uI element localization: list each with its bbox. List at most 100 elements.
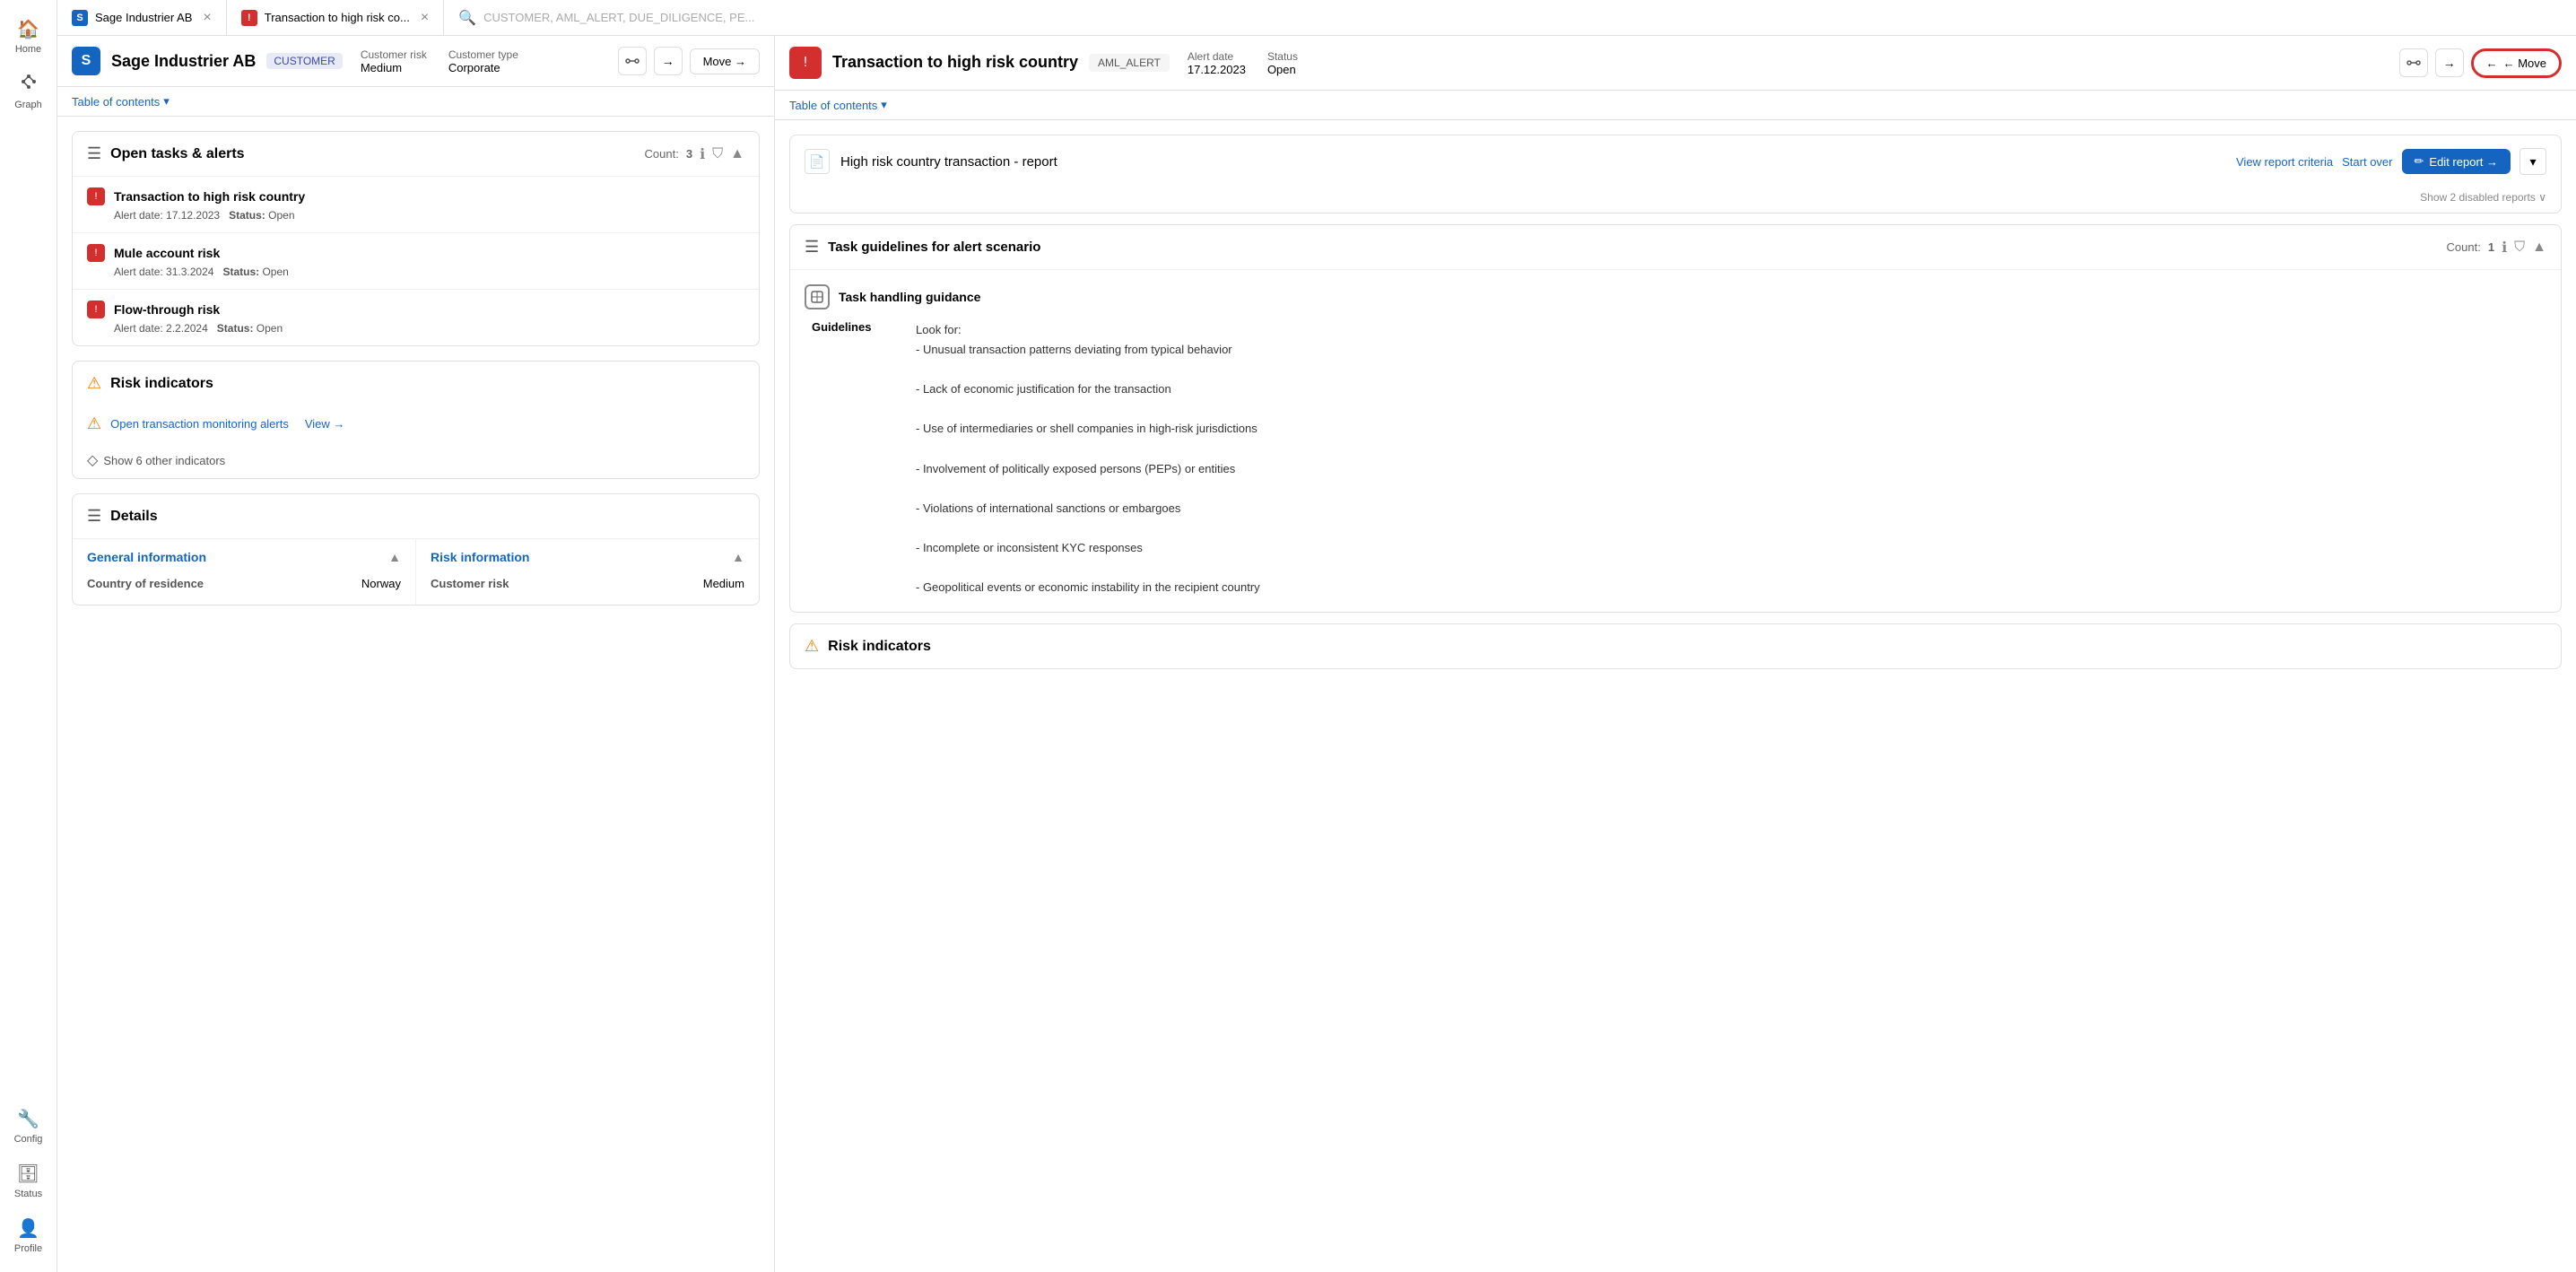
menu-icon-tasks: ☰ bbox=[87, 144, 101, 163]
risk-title-left: Risk indicators bbox=[110, 376, 213, 392]
search-bar: 🔍 CUSTOMER, AML_ALERT, DUE_DILIGENCE, PE… bbox=[444, 9, 2576, 27]
move-button-left[interactable]: Move → bbox=[690, 48, 760, 74]
guidance-cube-icon bbox=[805, 284, 830, 309]
toc-chevron-right: ▾ bbox=[881, 98, 887, 112]
details-col-general: General information ▲ Country of residen… bbox=[73, 539, 415, 605]
risk-title-right: Risk indicators bbox=[828, 639, 931, 655]
toc-label-right: Table of contents bbox=[789, 99, 877, 112]
chevron-up-risk[interactable]: ▲ bbox=[732, 550, 744, 564]
disabled-reports-toggle[interactable]: Show 2 disabled reports ∨ bbox=[790, 187, 2561, 213]
sidebar-item-config[interactable]: 🔧 Config bbox=[4, 1101, 54, 1152]
tab-sage-industrier[interactable]: S Sage Industrier AB × bbox=[57, 0, 227, 35]
chevron-up-general[interactable]: ▲ bbox=[388, 550, 401, 564]
show-more-label: Show 6 other indicators bbox=[103, 454, 225, 467]
alert-icon-2: ! bbox=[87, 244, 105, 262]
profile-icon: 👤 bbox=[17, 1217, 39, 1240]
guidelines-label: Guidelines bbox=[812, 320, 901, 597]
tab-close-sage[interactable]: × bbox=[203, 10, 211, 26]
risk-value: Medium bbox=[703, 577, 744, 590]
task-guidelines-section: ☰ Task guidelines for alert scenario Cou… bbox=[789, 224, 2562, 613]
alert-title-1: Transaction to high risk country bbox=[114, 189, 305, 204]
col-header-risk: Risk information ▲ bbox=[431, 550, 744, 564]
alert-title-2: Mule account risk bbox=[114, 246, 220, 260]
toc-bar-left[interactable]: Table of contents ▾ bbox=[57, 87, 774, 117]
sidebar-item-graph[interactable]: Graph bbox=[4, 65, 54, 118]
arrow-icon-button-right[interactable]: → bbox=[2435, 48, 2464, 77]
alert-meta-3: Alert date: 2.2.2024 Status: Open bbox=[87, 322, 744, 335]
sidebar: 🏠 Home Graph 🔧 Config 🗄 Status 👤 Profile bbox=[0, 0, 57, 1272]
tab-label-sage: Sage Industrier AB bbox=[95, 11, 192, 24]
report-card-header: 📄 High risk country transaction - report… bbox=[790, 135, 2561, 187]
menu-icon-tasks-right: ☰ bbox=[805, 238, 819, 257]
country-label: Country of residence bbox=[87, 577, 204, 590]
sidebar-item-home[interactable]: 🏠 Home bbox=[4, 11, 54, 62]
alert-title-3: Flow-through risk bbox=[114, 302, 220, 317]
entity-title-sage: Sage Industrier AB bbox=[111, 52, 256, 71]
tab-transaction[interactable]: ! Transaction to high risk co... × bbox=[227, 0, 444, 35]
sidebar-item-status-label: Status bbox=[14, 1189, 42, 1199]
sidebar-item-status[interactable]: 🗄 Status bbox=[4, 1155, 54, 1207]
alert-item-mule[interactable]: ! Mule account risk Alert date: 31.3.202… bbox=[73, 232, 759, 289]
chevron-up-tasks[interactable]: ▲ bbox=[730, 146, 744, 162]
filter-icon-tasks[interactable]: ⛉ bbox=[712, 146, 723, 162]
sidebar-item-config-label: Config bbox=[14, 1134, 43, 1145]
general-info-title: General information bbox=[87, 550, 206, 564]
toc-label-left: Table of contents bbox=[72, 95, 160, 109]
monitoring-alerts-link[interactable]: Open transaction monitoring alerts bbox=[110, 417, 289, 431]
search-placeholder[interactable]: CUSTOMER, AML_ALERT, DUE_DILIGENCE, PE..… bbox=[483, 11, 754, 24]
toc-bar-right[interactable]: Table of contents ▾ bbox=[775, 91, 2576, 120]
edit-report-button[interactable]: ✏ Edit report → bbox=[2402, 149, 2511, 174]
customer-risk-meta: Customer risk Medium bbox=[361, 48, 427, 74]
col-row-risk: Customer risk Medium bbox=[431, 573, 744, 594]
alert-item-flowthrough[interactable]: ! Flow-through risk Alert date: 2.2.2024… bbox=[73, 289, 759, 345]
sidebar-item-home-label: Home bbox=[15, 44, 41, 55]
view-criteria-button[interactable]: View report criteria bbox=[2236, 155, 2333, 169]
view-link[interactable]: View → bbox=[305, 417, 345, 431]
task-guidelines-title: Task guidelines for alert scenario bbox=[828, 240, 2437, 255]
right-panel-content: 📄 High risk country transaction - report… bbox=[775, 120, 2576, 1272]
guidance-card: Task handling guidance Guidelines Look f… bbox=[790, 269, 2561, 612]
left-panel-header: S Sage Industrier AB CUSTOMER Customer r… bbox=[57, 36, 774, 87]
network-icon-button-right[interactable] bbox=[2399, 48, 2428, 77]
col-row-country: Country of residence Norway bbox=[87, 573, 401, 594]
guidance-body: Guidelines Look for: - Unusual transacti… bbox=[805, 320, 2546, 597]
open-tasks-meta: Count: 3 ℹ ⛉ ▲ bbox=[645, 145, 744, 163]
risk-item-monitoring[interactable]: ⚠ Open transaction monitoring alerts Vie… bbox=[73, 405, 759, 442]
chevron-up-tasks-right[interactable]: ▲ bbox=[2532, 240, 2546, 256]
arrow-icon-button[interactable]: → bbox=[654, 47, 683, 75]
status-meta: Status Open bbox=[1267, 50, 1298, 76]
alert-item-header-2: ! Mule account risk bbox=[87, 244, 744, 262]
right-panel: ! Transaction to high risk country AML_A… bbox=[775, 36, 2576, 1272]
list-icon-details: ☰ bbox=[87, 507, 101, 526]
country-value: Norway bbox=[361, 577, 401, 590]
entity-icon-sage: S bbox=[72, 47, 100, 75]
alert-icon-1: ! bbox=[87, 187, 105, 205]
info-icon-tasks-right[interactable]: ℹ bbox=[2502, 239, 2507, 257]
sidebar-item-graph-label: Graph bbox=[14, 100, 42, 110]
right-header-title-block: Transaction to high risk country bbox=[832, 53, 1078, 73]
filter-icon-tasks-right[interactable]: ⛉ bbox=[2514, 240, 2525, 256]
move-back-label: ← Move bbox=[2503, 57, 2546, 70]
show-more-indicators[interactable]: ◇ Show 6 other indicators bbox=[73, 442, 759, 478]
left-panel-content: ☰ Open tasks & alerts Count: 3 ℹ ⛉ ▲ bbox=[57, 117, 774, 1272]
move-back-button[interactable]: ← ← Move bbox=[2471, 48, 2562, 78]
task-guidelines-meta: Count: 1 ℹ ⛉ ▲ bbox=[2447, 239, 2546, 257]
sidebar-item-profile-label: Profile bbox=[14, 1243, 42, 1254]
left-panel: S Sage Industrier AB CUSTOMER Customer r… bbox=[57, 36, 775, 1272]
info-icon-tasks[interactable]: ℹ bbox=[700, 145, 705, 163]
right-header-meta: Alert date 17.12.2023 Status Open bbox=[1188, 50, 1298, 76]
warning-icon-monitoring: ⚠ bbox=[87, 414, 101, 433]
risk-section-right: ⚠ Risk indicators bbox=[789, 623, 2562, 669]
edit-report-dropdown[interactable]: ▾ bbox=[2519, 148, 2546, 175]
left-panel-actions: → Move → bbox=[618, 47, 760, 75]
tab-label-transaction: Transaction to high risk co... bbox=[265, 11, 410, 24]
tab-close-transaction[interactable]: × bbox=[421, 10, 429, 26]
alert-item-transaction[interactable]: ! Transaction to high risk country Alert… bbox=[73, 176, 759, 232]
sidebar-item-profile[interactable]: 👤 Profile bbox=[4, 1210, 54, 1261]
col-header-general: General information ▲ bbox=[87, 550, 401, 564]
search-icon: 🔍 bbox=[458, 9, 476, 27]
start-over-button[interactable]: Start over bbox=[2342, 155, 2392, 169]
network-icon-button[interactable] bbox=[618, 47, 647, 75]
risk-header-left: ⚠ Risk indicators bbox=[73, 362, 759, 405]
alert-meta-2: Alert date: 31.3.2024 Status: Open bbox=[87, 266, 744, 278]
